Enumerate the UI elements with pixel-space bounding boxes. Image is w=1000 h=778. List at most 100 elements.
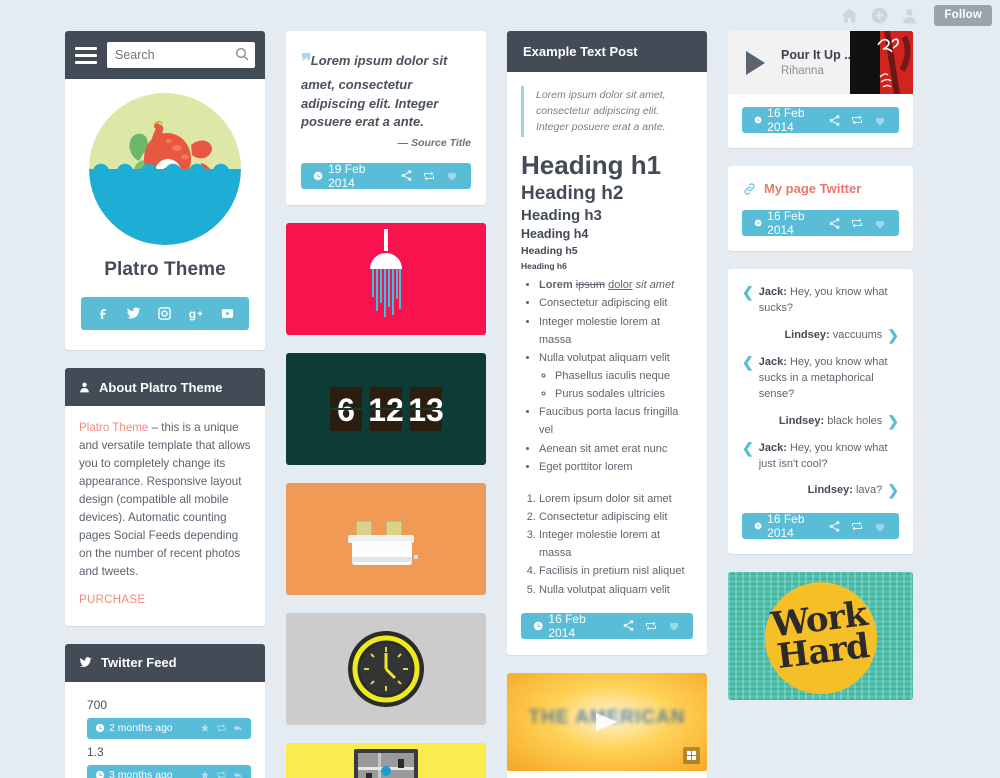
account-icon[interactable]	[900, 6, 919, 25]
twitter-icon[interactable]	[125, 305, 142, 322]
list-item: Consectetur adipiscing elit	[539, 508, 693, 526]
play-icon[interactable]	[592, 711, 622, 733]
star-icon[interactable]	[200, 770, 210, 778]
tweet-time: 3 months ago	[109, 769, 173, 778]
post-meta-bar[interactable]: 16 Feb 2014	[742, 209, 899, 237]
like-icon[interactable]	[873, 520, 887, 533]
tweet-actions[interactable]	[200, 770, 243, 778]
audio-artist: Rihanna	[781, 65, 824, 77]
list-item: Lorem ipsum dolor sit amet	[539, 276, 693, 294]
list-item: Aenean sit amet erat nunc	[539, 440, 693, 458]
share-icon[interactable]	[828, 217, 841, 230]
video-post: THE AMERICAN 16 Feb 2014	[507, 672, 707, 778]
chevron-left-icon: ❮	[742, 353, 754, 370]
heading-h2: Heading h2	[521, 183, 624, 205]
reblog-icon[interactable]	[850, 520, 864, 532]
chat-line: Lindsey: black holes ❯	[742, 414, 899, 430]
purchase-link[interactable]: PURCHASE	[79, 594, 145, 606]
menu-icon[interactable]	[75, 46, 97, 64]
reply-icon[interactable]	[233, 723, 243, 733]
poster-text: Work Hard	[769, 595, 872, 678]
list-item-text: Nulla volutpat aliquam velit	[539, 351, 670, 364]
post-date: 16 Feb 2014	[754, 209, 813, 237]
instagram-icon[interactable]	[157, 306, 172, 321]
link-post-title-text: My page Twitter	[764, 181, 862, 196]
reblog-icon[interactable]	[850, 217, 864, 229]
page-root: Follow Search Platro Theme g About Platr…	[0, 0, 1000, 778]
link-post-body: My page Twitter 16 Feb 2014	[728, 166, 913, 251]
twitter-feed-title: Twitter Feed	[101, 655, 177, 671]
star-icon[interactable]	[200, 723, 210, 733]
share-icon[interactable]	[400, 169, 413, 182]
jellyfish-lamp-photo[interactable]	[286, 222, 486, 335]
quote-source: — Source Title	[397, 136, 471, 149]
profile-card: Platro Theme g	[65, 31, 265, 350]
youtube-icon[interactable]	[220, 306, 235, 321]
list-item: Nulla volutpat aliquam velit Phasellus i…	[539, 349, 693, 403]
tweet-actions[interactable]	[200, 723, 243, 733]
video-thumbnail[interactable]: THE AMERICAN	[507, 672, 707, 771]
post-date-value: 16 Feb 2014	[767, 106, 805, 134]
unordered-list: Lorem ipsum dolor sit amet Consectetur a…	[539, 276, 693, 476]
share-icon[interactable]	[828, 114, 841, 127]
like-icon[interactable]	[873, 217, 887, 230]
share-icon[interactable]	[828, 520, 841, 533]
chat-speaker: Lindsey:	[784, 328, 830, 341]
reply-icon[interactable]	[233, 770, 243, 778]
flip-clock-photo[interactable]: 6 12 13	[286, 352, 486, 465]
chat-line-content: Lindsey: black holes	[779, 414, 882, 430]
post-meta-bar[interactable]: 16 Feb 2014	[742, 106, 899, 134]
post-date-value: 16 Feb 2014	[548, 611, 586, 640]
heading-h3: Heading h3	[521, 207, 602, 225]
album-art-illustration	[850, 31, 913, 94]
tweet-count: 1.3	[87, 744, 104, 759]
post-meta-bar[interactable]: 16 Feb 2014	[521, 611, 693, 640]
list-item: Faucibus porta lacus fringilla vel	[539, 403, 693, 439]
retweet-icon[interactable]	[216, 770, 227, 778]
search-wrapper	[107, 42, 255, 68]
reblog-icon[interactable]	[850, 114, 864, 126]
link-post: My page Twitter 16 Feb 2014	[728, 166, 913, 251]
reblog-icon[interactable]	[644, 620, 658, 632]
retweet-icon[interactable]	[216, 723, 227, 733]
like-icon[interactable]	[873, 114, 887, 127]
list-item: Consectetur adipiscing elit	[539, 294, 693, 312]
profile-body: Platro Theme g	[65, 79, 265, 350]
expand-icon[interactable]	[683, 746, 700, 764]
reblog-icon[interactable]	[422, 170, 436, 182]
audio-player[interactable]: Pour It Up ... Rihanna	[728, 31, 913, 94]
like-icon[interactable]	[667, 619, 681, 632]
tweet-meta[interactable]: 3 months ago	[87, 764, 251, 778]
chevron-left-icon: ❮	[742, 439, 754, 456]
list-item: Purus sodales ultricies	[555, 385, 693, 403]
tweet-count: 700	[87, 697, 108, 712]
follow-button[interactable]: Follow	[934, 4, 992, 26]
like-icon[interactable]	[445, 169, 459, 182]
clock-icon	[754, 116, 762, 124]
twitter-feed-header: Twitter Feed	[65, 643, 265, 682]
column-photos: ❞Lorem ipsum dolor sit amet, consectetur…	[286, 31, 486, 778]
twitter-icon	[79, 657, 92, 668]
work-hard-photo[interactable]: Work Hard	[728, 572, 913, 701]
wall-clock-photo[interactable]	[286, 612, 486, 725]
link-post-title[interactable]: My page Twitter	[742, 181, 899, 196]
monitor-photo[interactable]	[286, 742, 486, 778]
text-post: Example Text Post Lorem ipsum dolor sit …	[507, 31, 707, 655]
search-input[interactable]	[107, 42, 255, 68]
tweet-meta[interactable]: 2 months ago	[87, 717, 251, 739]
post-meta-bar[interactable]: 19 Feb 2014	[301, 162, 471, 190]
toaster-photo[interactable]	[286, 482, 486, 595]
add-icon[interactable]	[870, 6, 889, 25]
post-date: 16 Feb 2014	[754, 512, 813, 540]
text-post-header: Example Text Post	[507, 31, 707, 72]
blockquote-text: Lorem ipsum dolor sit amet, consectetur …	[536, 89, 666, 133]
google-plus-icon[interactable]: g	[188, 305, 205, 322]
home-icon[interactable]	[840, 6, 859, 25]
facebook-icon[interactable]	[95, 306, 110, 321]
share-icon[interactable]	[622, 619, 635, 632]
search-icon[interactable]	[234, 46, 250, 62]
chat-line-content: Jack: Hey, you know what just isn't cool…	[759, 441, 899, 473]
play-icon[interactable]	[746, 50, 765, 75]
post-date-value: 16 Feb 2014	[767, 209, 805, 237]
post-meta-bar[interactable]: 16 Feb 2014	[742, 512, 899, 540]
